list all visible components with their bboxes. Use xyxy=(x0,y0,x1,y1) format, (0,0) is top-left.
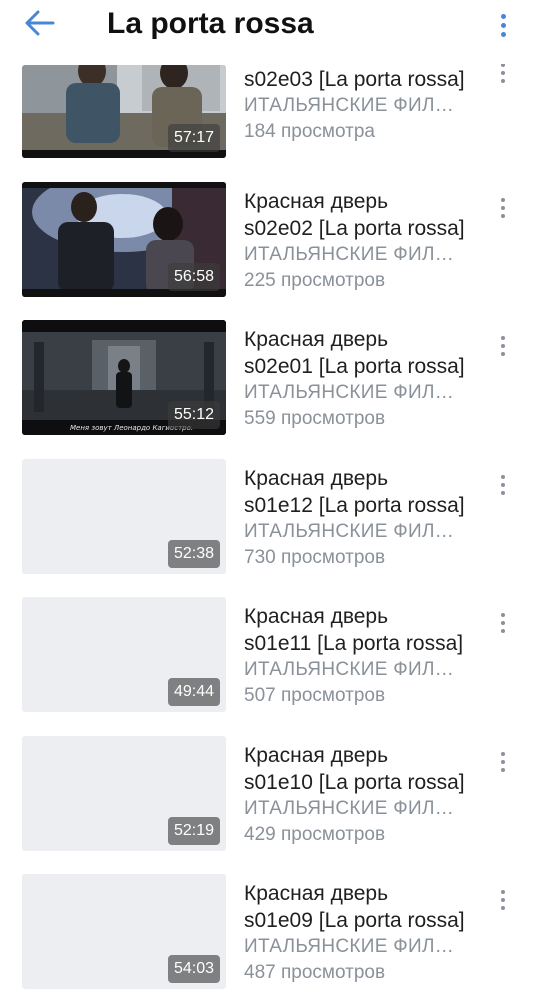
video-info: Красная дверь s01e11 [La porta rossa] ИТАЛ… xyxy=(244,603,474,709)
channel-name: ИТАЛЬЯНСКИЕ ФИЛЬМЫ xyxy=(244,382,466,403)
video-options-button[interactable] xyxy=(493,471,513,499)
arrow-left-icon xyxy=(25,10,55,41)
more-vertical-icon xyxy=(501,611,505,635)
view-count: 225 просмотров xyxy=(244,270,386,291)
more-vertical-icon xyxy=(501,473,505,497)
more-vertical-icon xyxy=(501,196,505,220)
more-vertical-icon xyxy=(501,750,505,774)
more-vertical-icon xyxy=(501,888,505,912)
video-title-line1: Красная дверь xyxy=(244,605,389,628)
duration-badge: 49:44 xyxy=(167,678,220,706)
more-vertical-icon xyxy=(500,12,506,39)
video-item[interactable]: 52:38 Красная дверь s01e12 [La porta rossa… xyxy=(0,459,535,579)
video-title-line1: Красная дверь xyxy=(244,190,389,213)
view-count: 507 просмотров xyxy=(244,685,386,706)
video-thumbnail[interactable]: Меня зовут Леонардо Кагиостро. 55:12 xyxy=(22,320,226,435)
video-thumbnail[interactable]: 49:44 xyxy=(22,597,226,712)
video-options-button[interactable] xyxy=(493,194,513,222)
video-item[interactable]: 49:44 Красная дверь s01e11 [La porta rossa… xyxy=(0,597,535,717)
view-count: 559 просмотров xyxy=(244,408,386,429)
video-options-button[interactable] xyxy=(493,332,513,360)
view-count: 487 просмотров xyxy=(244,962,386,983)
duration-badge: 54:03 xyxy=(167,955,220,983)
video-info: Красная дверь s02e02 [La porta rossa] ИТАЛ… xyxy=(244,188,474,294)
video-item[interactable]: 54:03 Красная дверь s01e09 [La porta rossa… xyxy=(0,874,535,994)
duration-badge: 57:17 xyxy=(167,124,220,152)
video-item[interactable]: 56:58 Красная дверь s02e02 [La porta rossa… xyxy=(0,182,535,302)
more-vertical-icon xyxy=(501,61,505,85)
channel-name: ИТАЛЬЯНСКИЕ ФИЛЬМЫ xyxy=(244,95,466,116)
video-thumbnail[interactable]: 52:19 xyxy=(22,736,226,851)
video-title-line2: s01e09 [La porta rossa] xyxy=(244,909,465,932)
view-count: 184 просмотра xyxy=(244,121,375,142)
video-title-line2: s02e01 [La porta rossa] xyxy=(244,355,465,378)
video-info: Красная дверь s01e09 [La porta rossa] ИТАЛ… xyxy=(244,880,474,986)
view-count: 730 просмотров xyxy=(244,547,386,568)
duration-badge: 52:38 xyxy=(167,540,220,568)
channel-name: ИТАЛЬЯНСКИЕ ФИЛЬМЫ xyxy=(244,244,466,265)
video-title-line1: Красная дверь xyxy=(244,467,389,490)
video-info: Красная дверь s02e01 [La porta rossa] ИТАЛ… xyxy=(244,326,474,432)
video-thumbnail[interactable]: 52:38 xyxy=(22,459,226,574)
view-count: 429 просмотров xyxy=(244,824,386,845)
video-options-button[interactable] xyxy=(493,886,513,914)
more-vertical-icon xyxy=(501,334,505,358)
back-button[interactable] xyxy=(20,8,60,42)
channel-name: ИТАЛЬЯНСКИЕ ФИЛЬМЫ xyxy=(244,659,466,680)
video-title-line2: s02e02 [La porta rossa] xyxy=(244,217,465,240)
video-title-line1: Красная дверь xyxy=(244,744,389,767)
channel-name: ИТАЛЬЯНСКИЕ ФИЛЬМЫ xyxy=(244,521,466,542)
channel-name: ИТАЛЬЯНСКИЕ ФИЛЬМЫ xyxy=(244,936,466,957)
video-item[interactable]: Меня зовут Леонардо Кагиостро. 55:12 Красн… xyxy=(0,320,535,440)
video-title-line2: s02e03 [La porta rossa] xyxy=(244,68,465,91)
channel-name: ИТАЛЬЯНСКИЕ ФИЛЬМЫ xyxy=(244,798,466,819)
video-thumbnail[interactable]: 57:17 xyxy=(22,65,226,158)
video-thumbnail[interactable]: 56:58 xyxy=(22,182,226,297)
video-title-line2: s01e11 [La porta rossa] xyxy=(244,632,464,655)
video-options-button[interactable] xyxy=(493,609,513,637)
video-thumbnail[interactable]: 54:03 xyxy=(22,874,226,989)
video-title-line1: Красная дверь xyxy=(244,882,389,905)
video-info: Красная дверь s01e12 [La porta rossa] ИТАЛ… xyxy=(244,465,474,571)
video-title-line2: s01e10 [La porta rossa] xyxy=(244,771,465,794)
video-title-line1: Красная дверь xyxy=(244,328,389,351)
video-info: Красная дверь s01e10 [La porta rossa] ИТАЛ… xyxy=(244,742,474,848)
duration-badge: 56:58 xyxy=(167,263,220,291)
video-info: Красная дверьs02e03 [La porta rossa]ИТАЛ… xyxy=(244,52,474,145)
more-options-button[interactable] xyxy=(493,8,513,42)
video-options-button[interactable] xyxy=(493,748,513,776)
page-title: La porta rossa xyxy=(107,7,314,40)
duration-badge: 52:19 xyxy=(167,817,220,845)
video-item[interactable]: 52:19 Красная дверь s01e10 [La porta rossa… xyxy=(0,736,535,856)
app-header: La porta rossa xyxy=(0,0,535,64)
video-title-line2: s01e12 [La porta rossa] xyxy=(244,494,465,517)
duration-badge: 55:12 xyxy=(167,401,220,429)
